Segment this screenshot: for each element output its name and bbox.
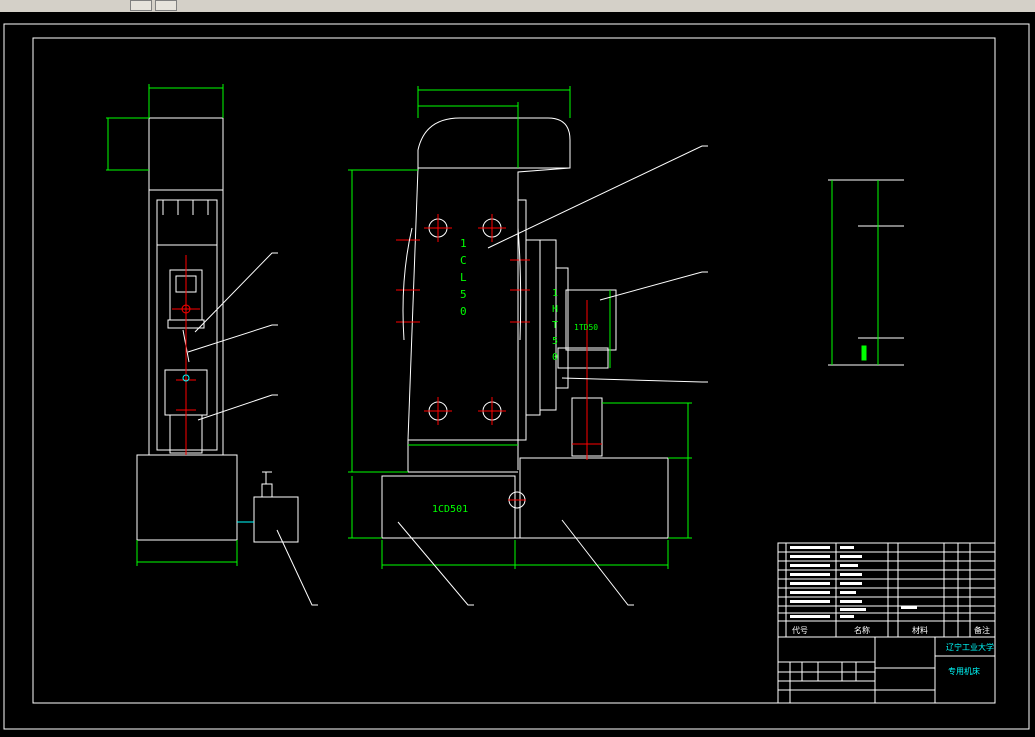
svg-text:0: 0 [552,352,558,363]
svg-text:1: 1 [552,288,558,299]
base-label: 1CD501 [432,504,468,515]
svg-text:1: 1 [460,237,467,250]
outer-frame [3,23,1030,730]
svg-text:0: 0 [460,305,467,318]
svg-text:C: C [460,254,467,267]
svg-text:H: H [552,304,558,315]
head-label: 1 H T 5 0 [552,288,558,363]
travel-diagram [828,179,904,366]
title-block-header-note: 备注 [974,625,990,635]
title-block-header-code: 代号 [792,625,808,635]
column-arc [402,227,413,341]
head-small-label: 1TD50 [574,323,598,332]
side-view [136,117,299,543]
front-view-leaders [397,145,708,606]
toolbar-cube-icon[interactable] [155,0,177,11]
title-block-header-material: 材料 [912,625,928,635]
title-block-header-name: 名称 [854,625,870,635]
title-block-school: 辽宁工业大学 [946,642,994,652]
svg-text:L: L [460,271,467,284]
title-block-drawing-name: 专用机床 [948,666,980,676]
svg-text:T: T [552,320,558,331]
cad-drawing-canvas[interactable]: 1 C L 5 0 1 H T 5 0 1TD50 1CD501 代号 名称 材… [0,12,1035,733]
front-view [381,117,669,539]
travel-diagram-dimensions [831,180,879,365]
side-view-leaders [187,252,318,606]
svg-text:5: 5 [460,288,467,301]
toolbar-tool-icon[interactable] [130,0,152,11]
column-hole-centerlines [396,214,602,501]
svg-text:5: 5 [552,336,558,347]
column-label: 1 C L 5 0 [460,237,467,318]
